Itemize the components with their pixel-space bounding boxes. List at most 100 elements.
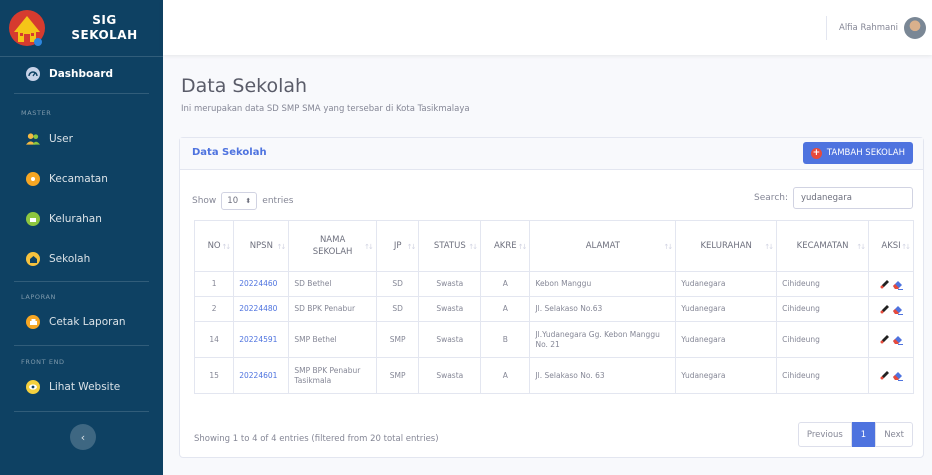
entries-value: 10 [227, 196, 239, 206]
sidebar-item-label: Sekolah [49, 253, 91, 265]
plus-icon: + [810, 147, 822, 159]
entries-label: entries [262, 196, 294, 206]
sidebar-item-label: Kelurahan [49, 213, 102, 225]
sidebar-divider [14, 411, 149, 412]
column-header-jp[interactable]: JP ↑↓ [375, 220, 420, 272]
cell-jp: SD [375, 296, 420, 322]
cell-kelurahan: Yudanegara [675, 321, 778, 358]
sidebar-divider [14, 93, 149, 94]
cell-no: 1 [193, 271, 235, 297]
search-input[interactable]: yudanegara [793, 187, 913, 209]
cell-npsn: 20224601 [233, 357, 290, 394]
cell-jp: SMP [375, 357, 420, 394]
cell-kelurahan: Yudanegara [675, 296, 778, 322]
column-header-alamat[interactable]: ALAMAT ↑↓ [529, 220, 677, 272]
cell-aksi [868, 321, 914, 358]
show-label: Show [192, 196, 217, 206]
npsn-link[interactable]: 20224591 [239, 335, 277, 344]
cell-npsn: 20224591 [233, 321, 290, 358]
column-header-npsn[interactable]: NPSN ↑↓ [233, 220, 290, 272]
brand-title: SIG [92, 13, 117, 27]
cell-no: 14 [193, 321, 235, 358]
page-subtitle: Ini merupakan data SD SMP SMA yang terse… [181, 104, 470, 114]
eraser-delete-icon[interactable] [892, 370, 904, 381]
sidebar-item-kecamatan[interactable]: Kecamatan [0, 161, 163, 197]
sidebar-item-label: Kecamatan [49, 173, 108, 185]
school-icon [26, 252, 40, 266]
entries-select[interactable]: 10 ⬍ [221, 192, 258, 210]
sidebar-toggle-button[interactable]: ‹ [70, 424, 96, 450]
cell-alamat: Jl.Yudanegara Gg. Kebon Manggu No. 21 [529, 321, 677, 358]
eraser-delete-icon[interactable] [892, 279, 904, 290]
kecamatan-icon [26, 172, 40, 186]
sidebar-item-lihat-website[interactable]: Lihat Website [0, 369, 163, 405]
eye-icon [26, 380, 40, 394]
page-button-1[interactable]: 1 [851, 422, 876, 447]
previous-page-button[interactable]: Previous [797, 422, 852, 447]
eraser-delete-icon[interactable] [892, 334, 904, 345]
edit-pen-icon[interactable] [879, 304, 890, 315]
cell-no: 2 [193, 296, 235, 322]
user-menu[interactable]: Alfia Rahmani [826, 16, 926, 40]
add-school-label: TAMBAH SEKOLAH [826, 148, 905, 158]
cell-status: Swasta [418, 321, 482, 358]
sidebar-item-label: User [49, 133, 73, 145]
npsn-link[interactable]: 20224480 [239, 304, 277, 313]
edit-pen-icon[interactable] [879, 334, 890, 345]
cell-nama: SMP BPK Penabur Tasikmala [288, 357, 377, 394]
cell-alamat: Jl. Selakaso No. 63 [529, 357, 677, 394]
column-header-akre[interactable]: AKRE ↑↓ [480, 220, 531, 272]
npsn-link[interactable]: 20224601 [239, 371, 277, 380]
cell-status: Swasta [418, 271, 482, 297]
card-header: Data Sekolah + TAMBAH SEKOLAH [180, 138, 923, 170]
sidebar-item-kelurahan[interactable]: Kelurahan [0, 201, 163, 237]
cell-aksi [868, 296, 914, 322]
column-header-aksi[interactable]: AKSI ↑↓ [868, 220, 914, 272]
column-header-status[interactable]: STATUS ↑↓ [418, 220, 482, 272]
next-page-button[interactable]: Next [875, 422, 913, 447]
cell-alamat: Jl. Selakaso No.63 [529, 296, 677, 322]
cell-aksi [868, 271, 914, 297]
add-school-button[interactable]: + TAMBAH SEKOLAH [802, 142, 913, 164]
sidebar-item-sekolah[interactable]: Sekolah [0, 241, 163, 277]
edit-pen-icon[interactable] [879, 279, 890, 290]
cell-status: Swasta [418, 296, 482, 322]
cell-npsn: 20224460 [233, 271, 290, 297]
brand-subtitle: SEKOLAH [71, 28, 138, 42]
table-header-row: NO ↑↓ NPSN ↑↓ NAMA SEKOLAH ↑↓ JP ↑↓ STATUS ↑↓… [193, 220, 914, 272]
edit-pen-icon[interactable] [879, 370, 890, 381]
sidebar-divider [14, 281, 149, 282]
search-area: Search: yudanegara [754, 187, 913, 209]
column-header-kelurahan[interactable]: KELURAHAN ↑↓ [675, 220, 778, 272]
sidebar-item-label: Dashboard [49, 68, 114, 80]
cell-kelurahan: Yudanegara [675, 271, 778, 297]
cell-kecamatan: Cihideung [776, 357, 870, 394]
school-logo-icon [9, 10, 45, 46]
table-row: 15 20224601 SMP BPK Penabur Tasikmala SM… [193, 357, 914, 394]
sidebar-item-dashboard[interactable]: Dashboard [0, 56, 163, 92]
eraser-delete-icon[interactable] [892, 304, 904, 315]
page-title: Data Sekolah [181, 75, 308, 97]
column-header-kecamatan[interactable]: KECAMATAN ↑↓ [776, 220, 870, 272]
cell-kecamatan: Cihideung [776, 296, 870, 322]
cell-aksi [868, 357, 914, 394]
card-title: Data Sekolah [192, 147, 267, 158]
sidebar-item-cetak-laporan[interactable]: Cetak Laporan [0, 304, 163, 340]
sidebar-item-label: Cetak Laporan [49, 316, 126, 328]
column-header-nama-sekolah[interactable]: NAMA SEKOLAH ↑↓ [288, 220, 377, 272]
sidebar-item-label: Lihat Website [49, 381, 121, 393]
sidebar-heading-laporan: LAPORAN [21, 293, 57, 301]
topbar: Alfia Rahmani [163, 0, 932, 55]
cell-akre: A [480, 357, 531, 394]
sidebar-heading-front-end: FRONT END [21, 358, 65, 366]
data-card: Data Sekolah + TAMBAH SEKOLAH Show 10 ⬍ … [179, 137, 924, 458]
schools-table: NO ↑↓ NPSN ↑↓ NAMA SEKOLAH ↑↓ JP ↑↓ STATUS ↑↓… [193, 220, 914, 394]
cell-nama: SD Bethel [288, 271, 377, 297]
npsn-link[interactable]: 20224460 [239, 279, 277, 288]
pagination: Previous 1 Next [797, 422, 913, 447]
column-header-no[interactable]: NO ↑↓ [193, 220, 235, 272]
sidebar-divider [14, 345, 149, 346]
users-icon [26, 132, 40, 146]
sidebar-item-user[interactable]: User [0, 121, 163, 157]
brand[interactable]: SIG SEKOLAH [0, 0, 163, 57]
